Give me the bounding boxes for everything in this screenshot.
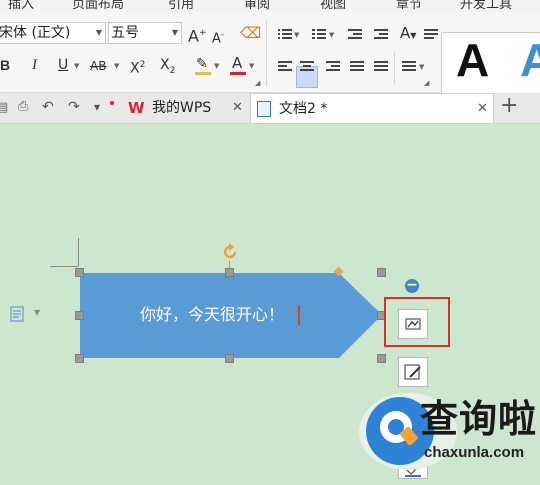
resize-handle-top-right[interactable] xyxy=(377,268,386,277)
resize-handle-left[interactable] xyxy=(75,311,84,320)
resize-handle-bottom[interactable] xyxy=(225,354,234,363)
wps-writer-window: 插入 页面布局 引用 审阅 视图 章节 开发工具 宋体 (正文) ▼ 五号 ▼ … xyxy=(0,0,540,485)
shape-style-button[interactable] xyxy=(398,357,428,387)
shape-text[interactable]: 你好，今天很开心！ xyxy=(92,304,332,326)
pencil-edit-icon xyxy=(404,364,421,380)
resize-handle-bottom-right[interactable] xyxy=(377,354,386,363)
watermark-title: 查询啦 xyxy=(420,397,538,441)
watermark-url: chaxunla.com xyxy=(424,444,525,461)
rotate-icon[interactable] xyxy=(221,243,239,261)
collapse-quick-toolbar-button[interactable]: − xyxy=(405,278,419,293)
highlight-annotation xyxy=(384,297,450,347)
resize-handle-top[interactable] xyxy=(225,268,234,277)
rotate-handle-stem xyxy=(229,261,230,269)
resize-handle-bottom-left[interactable] xyxy=(75,354,84,363)
text-cursor xyxy=(298,305,300,325)
resize-handle-top-left[interactable] xyxy=(75,268,84,277)
